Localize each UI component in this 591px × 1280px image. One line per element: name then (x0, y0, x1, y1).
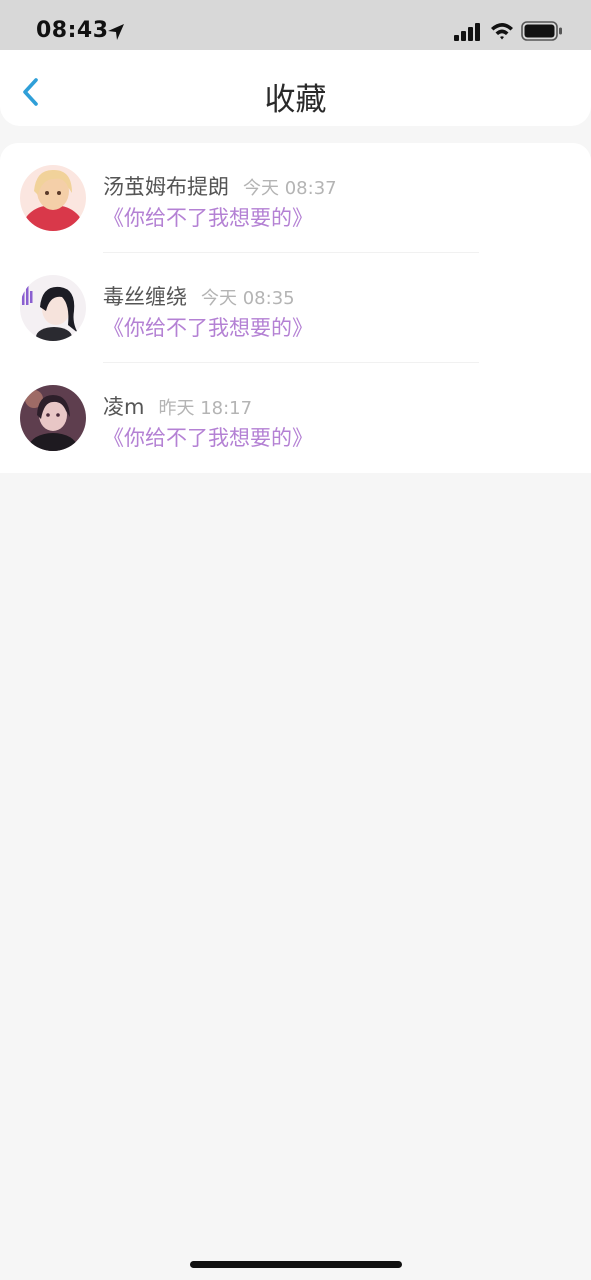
user-name[interactable]: 凌m (103, 395, 144, 419)
timestamp: 今天 08:35 (201, 288, 295, 309)
location-arrow-icon (108, 24, 124, 40)
avatar[interactable] (20, 385, 86, 451)
wifi-icon (491, 23, 513, 40)
avatar[interactable] (20, 275, 86, 341)
cellular-signal-icon (454, 23, 480, 41)
status-bar: 08:43 (0, 0, 591, 50)
favorites-list: 汤茧姆布提朗 今天 08:37 《你给不了我想要的》 毒丝缠绕 今天 08:35 《… (0, 143, 591, 473)
favorite-item[interactable]: 凌m 昨天 18:17 《你给不了我想要的》 (0, 363, 591, 473)
avatar[interactable] (20, 165, 86, 231)
user-name-row: 凌m 昨天 18:17 (103, 391, 252, 421)
user-name[interactable]: 毒丝缠绕 (103, 285, 187, 309)
user-name[interactable]: 汤茧姆布提朗 (103, 175, 229, 199)
status-time: 08:43 (36, 18, 109, 43)
item-title[interactable]: 《你给不了我想要的》 (103, 422, 313, 452)
home-indicator[interactable] (190, 1261, 402, 1268)
user-name-row: 汤茧姆布提朗 今天 08:37 (103, 171, 337, 201)
user-name-row: 毒丝缠绕 今天 08:35 (103, 281, 295, 311)
timestamp: 今天 08:37 (243, 178, 337, 199)
favorite-item[interactable]: 汤茧姆布提朗 今天 08:37 《你给不了我想要的》 (0, 143, 591, 253)
battery-icon (521, 21, 562, 41)
timestamp: 昨天 18:17 (158, 398, 253, 419)
favorite-item[interactable]: 毒丝缠绕 今天 08:35 《你给不了我想要的》 (0, 253, 591, 363)
navigation-bar: 收藏 (0, 50, 591, 126)
item-title[interactable]: 《你给不了我想要的》 (103, 312, 313, 342)
page-title: 收藏 (264, 82, 327, 118)
item-title[interactable]: 《你给不了我想要的》 (103, 202, 313, 232)
